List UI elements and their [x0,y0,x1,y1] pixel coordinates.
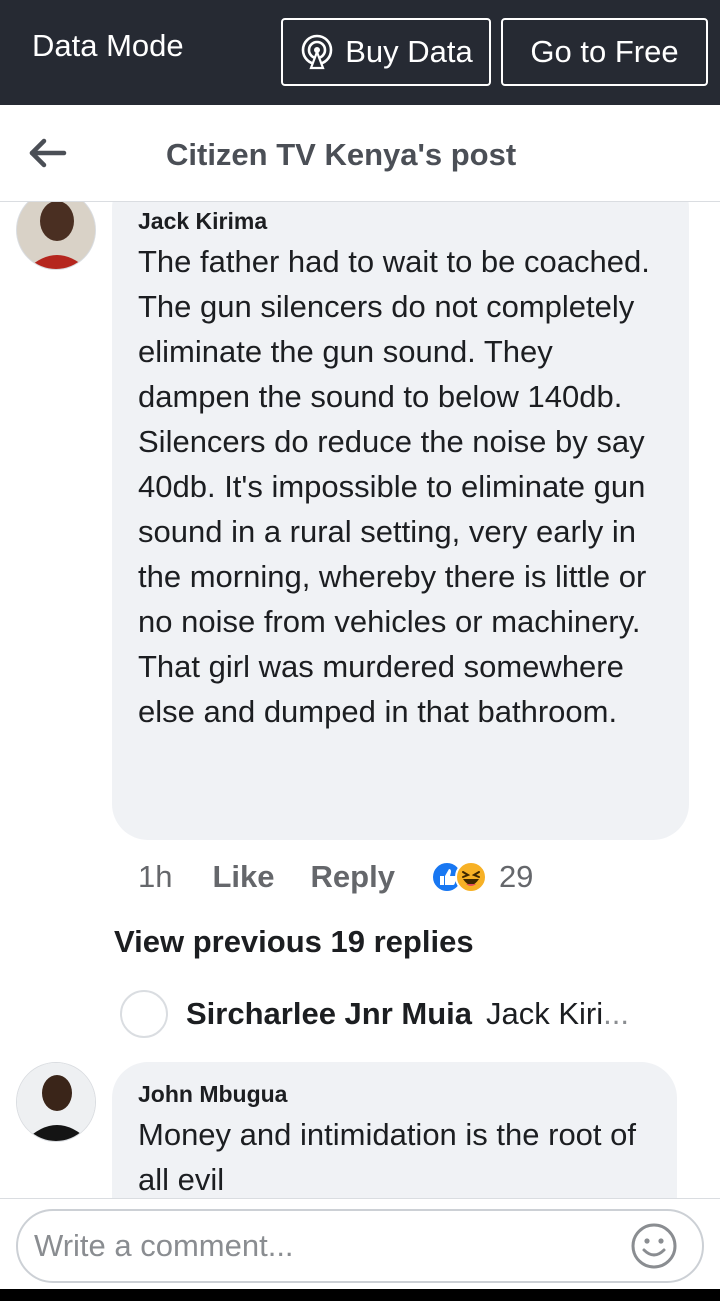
reply-ellipsis: ... [603,996,629,1031]
comment-text: Money and intimidation is the root of al… [138,1117,636,1197]
emoji-button[interactable] [630,1222,678,1270]
comment-text: The father had to wait to be coached. Th… [138,244,650,729]
data-mode-bar: Data Mode Buy Data Go to Free [0,0,720,105]
reply-avatar[interactable] [120,990,168,1038]
go-to-free-label: Go to Free [530,34,679,69]
avatar[interactable] [16,1062,96,1142]
reply-author[interactable]: Sircharlee Jnr Muia [186,996,472,1032]
profile-photo-icon [17,1063,95,1141]
like-button[interactable]: Like [212,859,274,895]
comment-timestamp: 1h [138,859,173,894]
view-previous-replies-link[interactable]: View previous 19 replies [114,924,474,960]
buy-data-button[interactable]: Buy Data [281,18,491,86]
comment-author[interactable]: John Mbugua [138,1081,287,1108]
comments-feed[interactable]: Jack Kirima The father had to wait to be… [0,202,720,1198]
comment-input[interactable] [16,1209,704,1283]
broadcast-icon [299,34,335,70]
go-to-free-button[interactable]: Go to Free [501,18,708,86]
system-nav-strip [0,1289,720,1301]
reply-snippet: Jack Kiri [486,996,604,1031]
back-arrow-icon [29,138,67,168]
profile-photo-icon [17,202,95,269]
comment-composer [0,1198,720,1301]
reactions-summary[interactable] [430,861,487,893]
smiley-icon [631,1223,677,1269]
post-header: Citizen TV Kenya's post [0,105,720,202]
reply-preview[interactable]: Sircharlee Jnr Muia Jack Kiri ... [120,990,629,1038]
page-title: Citizen TV Kenya's post [166,137,517,172]
avatar[interactable] [16,202,96,270]
data-mode-label: Data Mode [32,28,184,63]
haha-reaction-icon [454,861,487,893]
reaction-count[interactable]: 29 [499,859,533,895]
comment-actions: 1h Like Reply 29 [138,857,533,897]
reply-button[interactable]: Reply [311,859,395,895]
comment-author[interactable]: Jack Kirima [138,208,267,235]
buy-data-label: Buy Data [345,34,473,69]
back-button[interactable] [26,133,70,173]
